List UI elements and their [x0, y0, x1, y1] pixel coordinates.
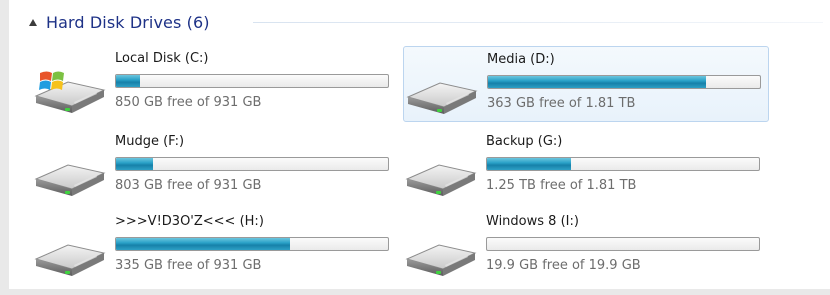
group-divider: [253, 22, 823, 23]
capacity-bar: [486, 157, 760, 171]
group-header-hard-disk-drives[interactable]: Hard Disk Drives (6): [29, 10, 210, 34]
drive-name: Mudge (F:): [115, 134, 185, 149]
drive-free-space: 850 GB free of 931 GB: [115, 95, 262, 110]
capacity-bar-fill: [116, 238, 291, 250]
hard-drive-icon: [34, 164, 106, 196]
drive-free-space: 335 GB free of 931 GB: [115, 258, 262, 273]
drive-name: Local Disk (C:): [115, 51, 209, 66]
hard-drive-icon: [405, 164, 477, 196]
drive-tile-h[interactable]: >>>V!D3O'Z<<< (H:) 335 GB free of 931 GB: [32, 209, 398, 285]
hard-drive-icon: [405, 244, 477, 276]
drive-free-space: 19.9 GB free of 19.9 GB: [486, 258, 641, 273]
drive-free-space: 803 GB free of 931 GB: [115, 178, 262, 193]
capacity-bar: [487, 75, 761, 89]
group-title: Hard Disk Drives (6): [46, 12, 210, 32]
capacity-bar: [115, 74, 389, 88]
capacity-bar: [115, 157, 389, 171]
drive-tile-d[interactable]: Media (D:) 363 GB free of 1.81 TB: [403, 46, 769, 122]
hard-drive-icon: [34, 244, 106, 276]
drive-name: Backup (G:): [486, 134, 563, 149]
hard-drive-icon: [406, 82, 478, 114]
drive-free-space: 1.25 TB free of 1.81 TB: [486, 178, 637, 193]
capacity-bar-fill: [116, 75, 140, 87]
drive-name: Media (D:): [487, 52, 555, 67]
drive-tile-i[interactable]: Windows 8 (I:) 19.9 GB free of 19.9 GB: [403, 209, 769, 285]
drive-tile-g[interactable]: Backup (G:) 1.25 TB free of 1.81 TB: [403, 129, 769, 205]
capacity-bar: [115, 237, 389, 251]
drive-free-space: 363 GB free of 1.81 TB: [487, 96, 636, 111]
capacity-bar-fill: [487, 158, 572, 170]
capacity-bar-fill: [488, 76, 706, 88]
collapse-arrow-icon[interactable]: [29, 19, 37, 26]
capacity-bar: [486, 237, 760, 251]
capacity-bar-fill: [116, 158, 154, 170]
drive-tile-f[interactable]: Mudge (F:) 803 GB free of 931 GB: [32, 129, 398, 205]
drive-tile-c[interactable]: Local Disk (C:) 850 GB free of 931 GB: [32, 46, 398, 122]
windows-system-drive-icon: [34, 71, 106, 113]
drive-name: >>>V!D3O'Z<<< (H:): [115, 214, 264, 229]
drive-name: Windows 8 (I:): [486, 214, 579, 229]
